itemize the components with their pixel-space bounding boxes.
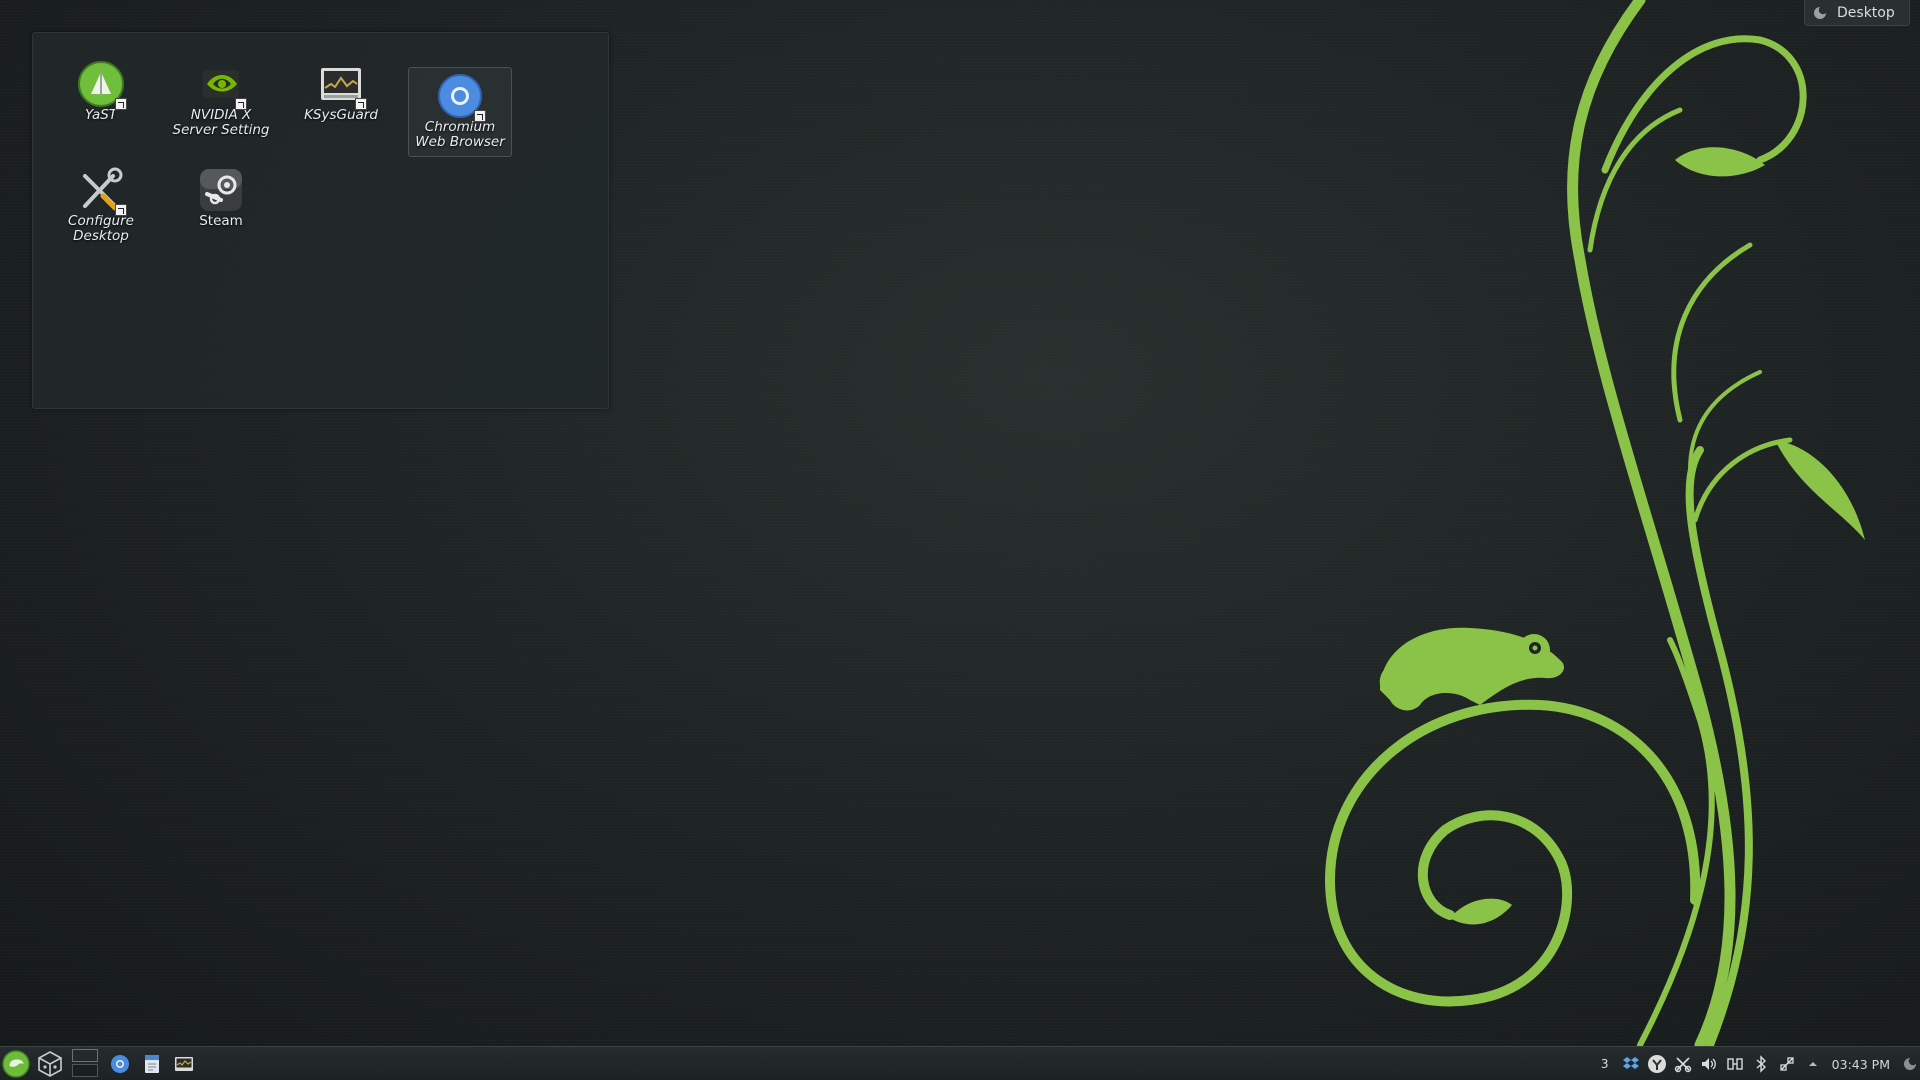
desktop-icon-label: Chromium Web Browser [415,120,505,150]
taskbar-file-manager-button[interactable] [138,1050,166,1078]
link-overlay-icon [115,98,127,110]
link-overlay-icon [235,98,247,110]
network-tray-icon[interactable] [1774,1051,1800,1077]
application-launcher-button[interactable] [2,1050,30,1078]
link-overlay-icon [115,204,127,216]
desktop-icon-chromium[interactable]: Chromium Web Browser [408,67,512,157]
desktop-icon-label: NVIDIA X Server Setting [172,108,270,138]
activity-count-indicator[interactable]: 3 [1592,1051,1618,1077]
network-wired-icon [1780,1057,1794,1071]
toolbox-label: Desktop [1837,4,1895,21]
nvidia-icon [197,60,247,110]
link-overlay-icon [355,98,367,110]
updater-tray-icon[interactable] [1644,1051,1670,1077]
plasma-toolbox-icon [1814,6,1826,19]
ksysguard-icon [175,1057,193,1071]
steam-icon [197,166,245,214]
desktop-icon-label: YaST [84,108,118,123]
desktop-icon-nvidia[interactable]: NVIDIA X Server Setting [169,55,273,145]
file-manager-icon [145,1055,159,1073]
chevron-up-icon [1808,1062,1817,1066]
activities-icon [38,1051,62,1077]
scissors-icon [1674,1057,1691,1073]
system-tray: 3 03:43 PM [1592,1047,1920,1080]
desktop-icon-label: Steam [199,214,243,229]
software-updater-icon [1647,1055,1666,1073]
pager-desktop-2[interactable] [72,1064,98,1077]
folder-view-widget[interactable]: YaST NVIDIA X Server Setting KSysGuard C… [32,32,609,409]
digital-clock[interactable]: 03:43 PM [1832,1057,1890,1072]
desktop-icon-label: KSysGuard [304,108,378,123]
device-connect-icon [1726,1058,1743,1070]
chromium-icon [111,1055,129,1073]
pager-desktop-1[interactable] [72,1049,98,1062]
panel-toolbox-button[interactable] [1900,1051,1920,1077]
opensuse-menu-icon [2,1050,30,1078]
desktop-icon-steam[interactable]: Steam [169,161,273,251]
virtual-desktop-pager[interactable] [72,1049,100,1079]
desktop-icon-ksysguard[interactable]: KSysGuard [289,55,393,145]
activities-button[interactable] [36,1050,64,1078]
taskbar-chromium-button[interactable] [106,1050,134,1078]
taskbar-panel: 3 03:43 PM [0,1046,1920,1080]
desktop-icon-configure-desktop[interactable]: Configure Desktop [49,161,153,251]
kdeconnect-tray-icon[interactable] [1722,1051,1748,1077]
plasma-toolbox-icon [1904,1058,1916,1070]
bluetooth-tray-icon[interactable] [1748,1051,1774,1077]
volume-icon [1701,1058,1716,1070]
link-overlay-icon [474,110,486,122]
desktop-icon-label: Configure Desktop [68,214,134,244]
bluetooth-icon [1756,1055,1766,1073]
klipper-tray-icon[interactable] [1670,1051,1696,1077]
tray-expand-button[interactable] [1800,1051,1826,1077]
chromium-icon [436,72,486,122]
dropbox-tray-icon[interactable] [1618,1051,1644,1077]
ksysguard-icon [317,60,367,110]
dropbox-icon [1622,1057,1639,1069]
desktop-icon-yast[interactable]: YaST [49,55,153,145]
yast-icon [77,60,127,110]
activity-count-label: 3 [1600,1057,1609,1071]
configure-icon [77,166,127,216]
desktop-toolbox-button[interactable]: Desktop [1804,0,1910,26]
taskbar-ksysguard-button[interactable] [170,1050,198,1078]
volume-tray-icon[interactable] [1696,1051,1722,1077]
